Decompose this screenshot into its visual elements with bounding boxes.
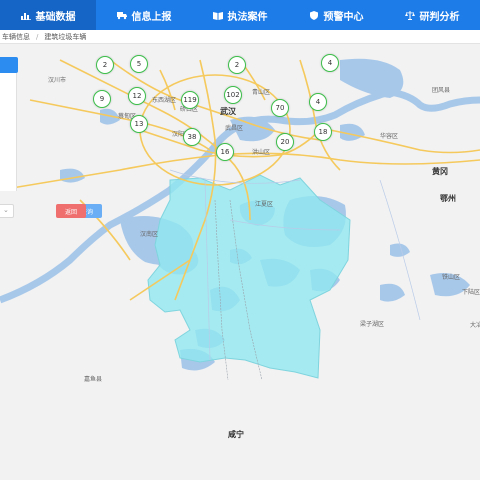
vehicle-cluster-marker[interactable]: 20 bbox=[276, 133, 294, 151]
nav-item-label: 预警中心 bbox=[323, 11, 364, 23]
place-label: 嘉鱼县 bbox=[84, 376, 103, 383]
vehicle-cluster-marker[interactable]: 70 bbox=[271, 99, 289, 117]
vehicle-cluster-marker[interactable]: 4 bbox=[321, 54, 339, 72]
filter-panel bbox=[0, 73, 17, 191]
back-button[interactable]: 返回 bbox=[56, 204, 86, 218]
vehicle-cluster-marker[interactable]: 2 bbox=[228, 56, 246, 74]
vehicle-cluster-marker[interactable]: 4 bbox=[309, 93, 327, 111]
vehicle-cluster-marker[interactable]: 119 bbox=[181, 91, 199, 109]
vehicle-cluster-marker[interactable]: 9 bbox=[93, 90, 111, 108]
place-label: 洪山区 bbox=[252, 149, 271, 156]
map-view[interactable]: 汉川市 蔡甸区 东西湖区 硚口区 武汉 汉阳区 武昌区 洪山区 青山区 团风县 … bbox=[0, 44, 480, 480]
vehicle-cluster-marker[interactable]: 12 bbox=[128, 87, 146, 105]
truck-icon bbox=[116, 11, 127, 19]
nav-item-info-report[interactable]: 信息上报 bbox=[96, 0, 192, 30]
place-label: 团风县 bbox=[432, 87, 451, 94]
vehicle-cluster-marker[interactable]: 38 bbox=[183, 128, 201, 146]
map-canvas bbox=[0, 58, 480, 381]
nav-item-cases[interactable]: 执法案件 bbox=[192, 0, 288, 30]
place-label: 下陆区 bbox=[462, 289, 480, 296]
place-label: 东西湖区 bbox=[152, 97, 177, 104]
place-label: 华容区 bbox=[380, 133, 399, 140]
vehicle-cluster-marker[interactable]: 13 bbox=[130, 115, 148, 133]
vehicle-cluster-marker[interactable]: 2 bbox=[96, 56, 114, 74]
place-label: 梁子湖区 bbox=[360, 321, 385, 328]
app: 基础数据 信息上报 执法案件 预警中心 研判分析 车辆信息 / 建筑垃圾车辆 汉… bbox=[0, 0, 480, 480]
place-label: 大冶 bbox=[470, 322, 480, 329]
chevron-down-icon: ⌄ bbox=[3, 206, 9, 214]
bar-chart-icon bbox=[20, 12, 31, 20]
vehicle-cluster-marker[interactable]: 18 bbox=[314, 123, 332, 141]
nav-item-analysis[interactable]: 研判分析 bbox=[384, 0, 480, 30]
nav-item-label: 信息上报 bbox=[131, 11, 172, 23]
place-label: 汉川市 bbox=[48, 77, 67, 84]
nav-item-basic-data[interactable]: 基础数据 bbox=[0, 0, 96, 30]
breadcrumb-separator: / bbox=[36, 32, 39, 41]
top-nav: 基础数据 信息上报 执法案件 预警中心 研判分析 bbox=[0, 0, 480, 30]
nav-item-warning[interactable]: 预警中心 bbox=[288, 0, 384, 30]
vehicle-cluster-marker[interactable]: 16 bbox=[216, 143, 234, 161]
panel-toggle-button[interactable] bbox=[0, 57, 18, 73]
breadcrumb-item[interactable]: 车辆信息 bbox=[2, 32, 30, 42]
place-label-city: 武汉 bbox=[220, 107, 236, 116]
vehicle-cluster-marker[interactable]: 5 bbox=[130, 55, 148, 73]
place-label-city: 黄冈 bbox=[432, 167, 448, 176]
place-label: 铁山区 bbox=[442, 274, 461, 281]
nav-item-label: 基础数据 bbox=[35, 11, 76, 23]
place-label: 青山区 bbox=[252, 89, 271, 96]
place-label: 汉南区 bbox=[140, 231, 159, 238]
place-label-city: 鄂州 bbox=[440, 194, 456, 203]
nav-item-label: 执法案件 bbox=[227, 11, 268, 23]
breadcrumb-item[interactable]: 建筑垃圾车辆 bbox=[44, 32, 86, 42]
shield-icon bbox=[309, 10, 318, 20]
book-icon bbox=[212, 11, 223, 20]
scale-icon bbox=[404, 10, 415, 20]
nav-item-label: 研判分析 bbox=[419, 11, 460, 23]
breadcrumb: 车辆信息 / 建筑垃圾车辆 bbox=[0, 30, 480, 44]
place-label: 江夏区 bbox=[255, 201, 274, 208]
place-label: 武昌区 bbox=[225, 125, 244, 132]
vehicle-cluster-marker[interactable]: 102 bbox=[224, 86, 242, 104]
place-label-city: 咸宁 bbox=[228, 430, 244, 439]
